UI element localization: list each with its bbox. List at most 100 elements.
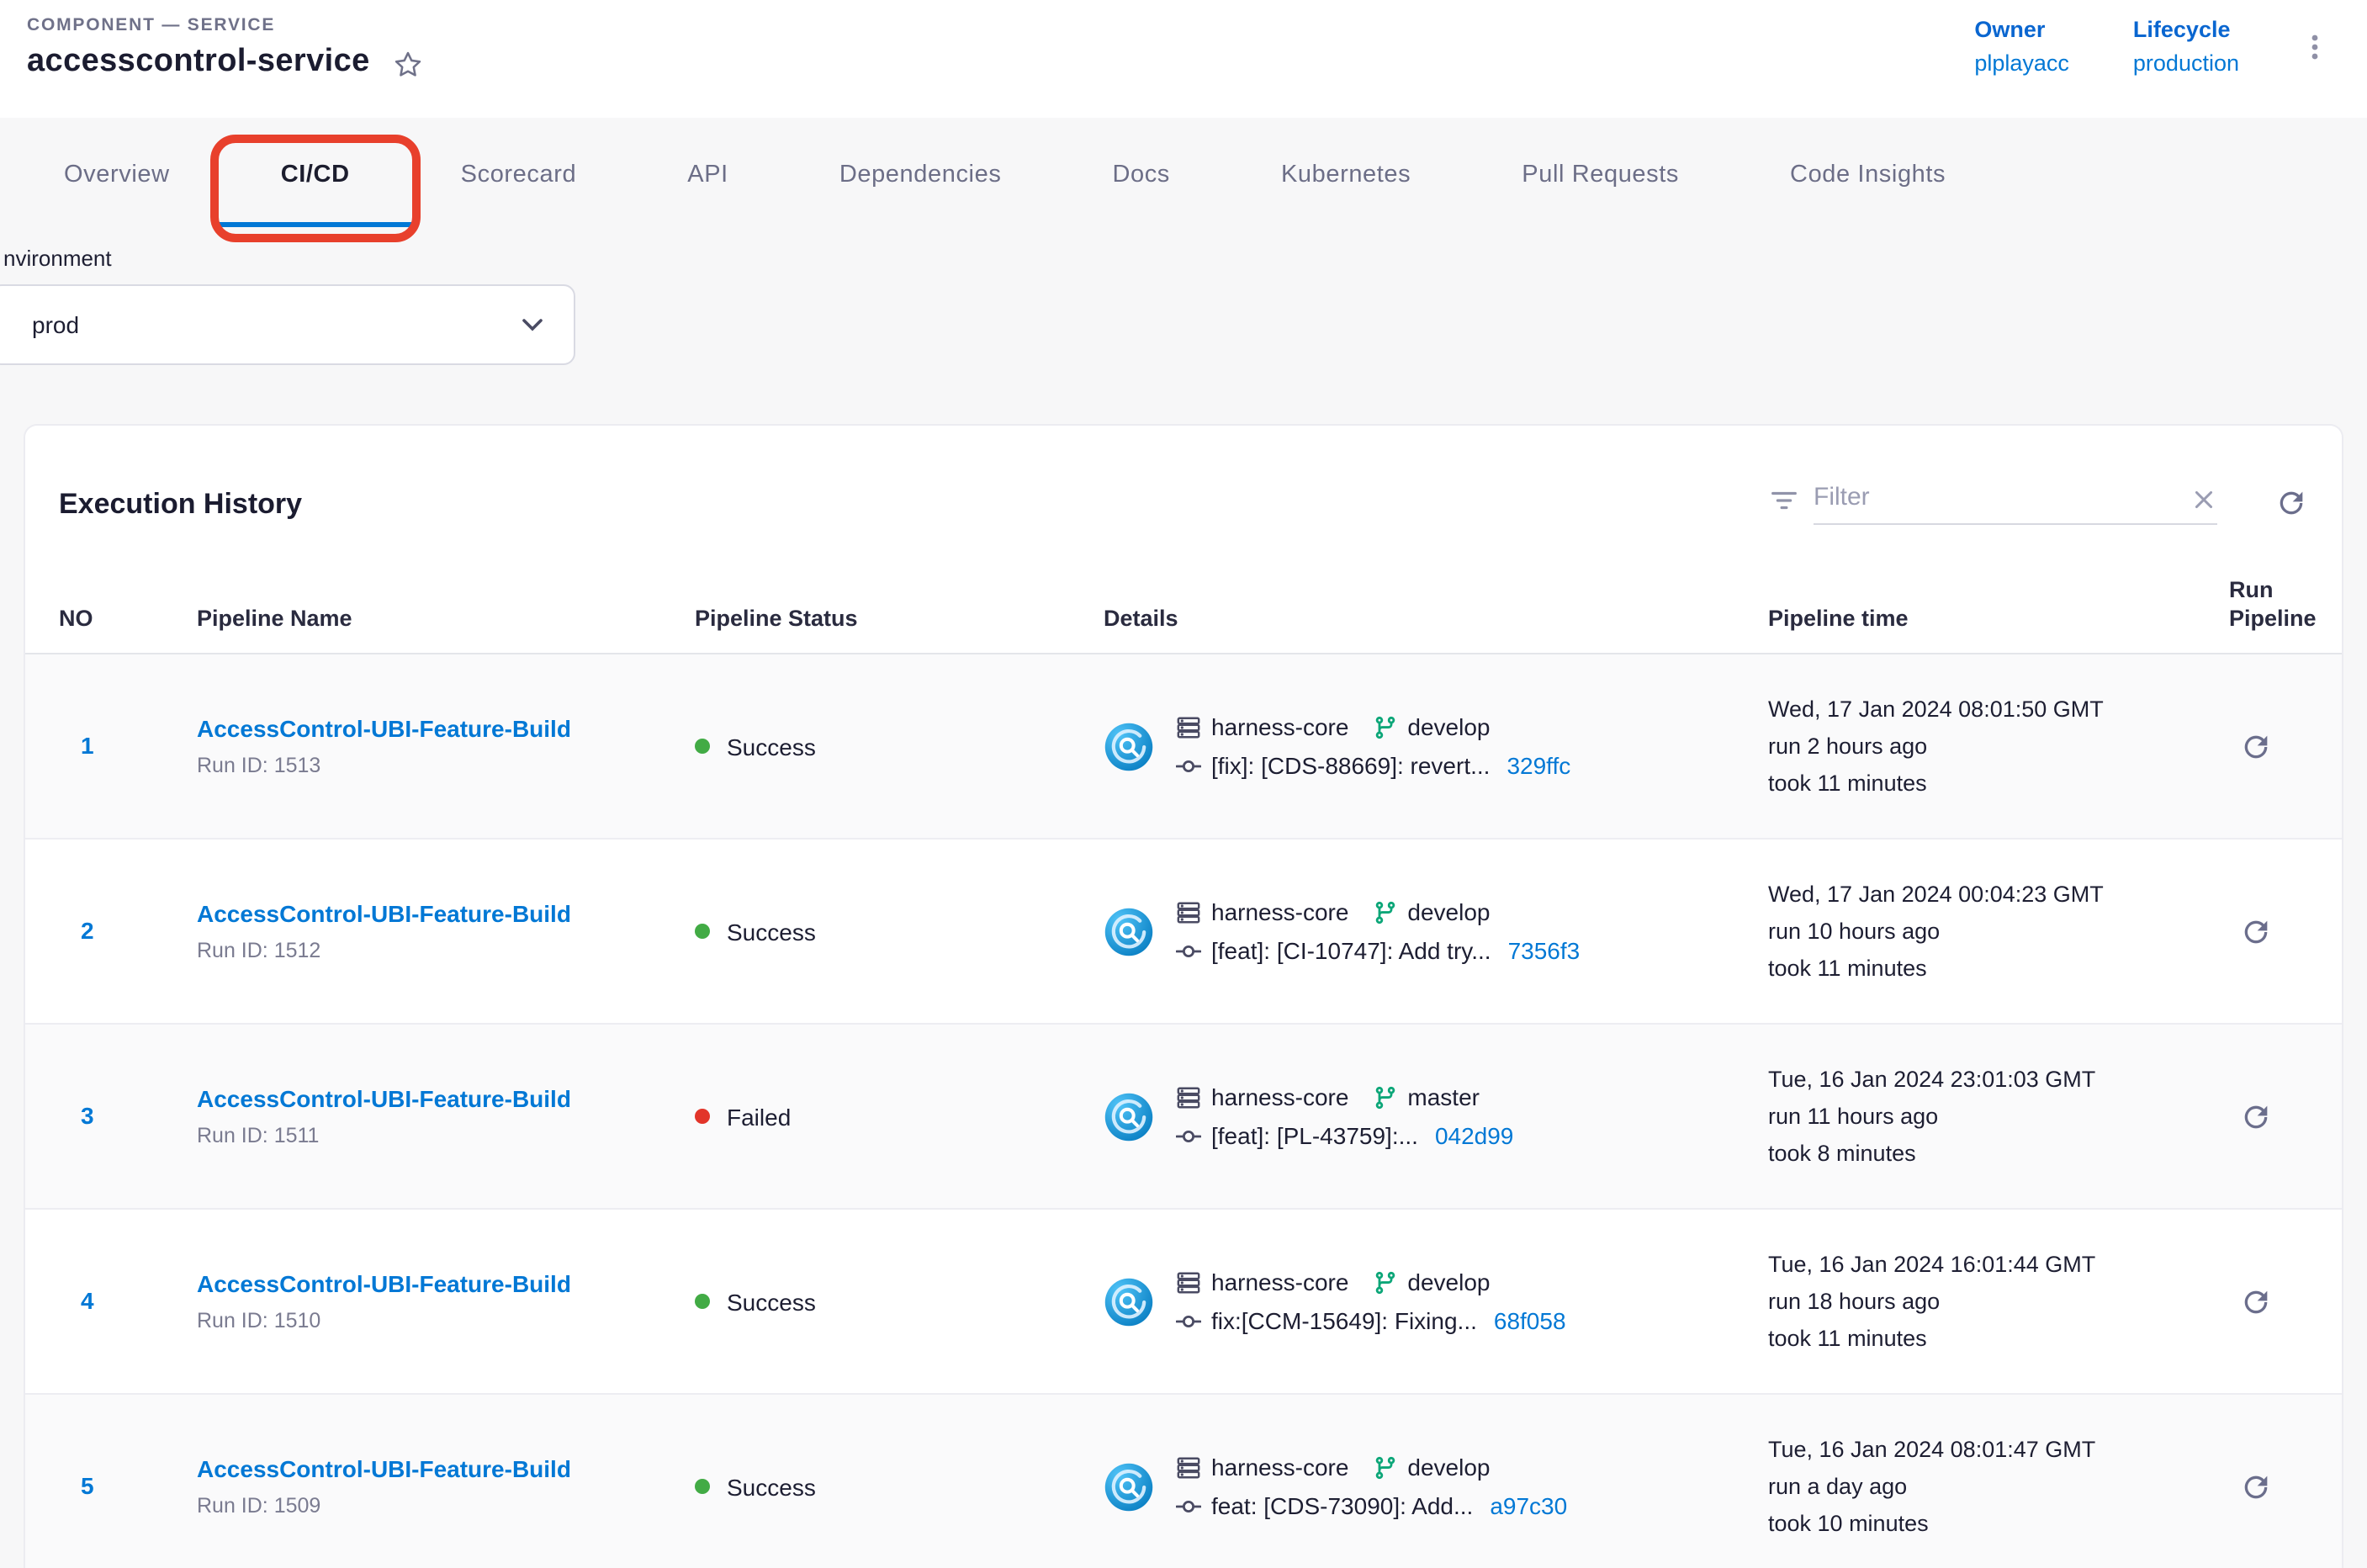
kebab-menu-icon[interactable]: [2293, 24, 2337, 68]
pipeline-time-gmt: Wed, 17 Jan 2024 08:01:50 GMT: [1768, 691, 2205, 728]
tab-overview[interactable]: Overview: [64, 118, 170, 232]
status-text: Success: [727, 1473, 816, 1500]
branch-name: develop: [1407, 1269, 1490, 1295]
repository-name: harness-core: [1211, 1269, 1348, 1295]
details-cell: harness-core develop feat: [CDS-73090]: …: [1104, 1454, 1768, 1519]
pipeline-name-link[interactable]: AccessControl-UBI-Feature-Build: [197, 1270, 695, 1297]
detail-lines: harness-core develop [fix]: [CDS-88669]:…: [1176, 713, 1570, 779]
pipeline-time-cell: Wed, 17 Jan 2024 08:01:50 GMT run 2 hour…: [1768, 691, 2205, 802]
pipeline-time-ago: run a day ago: [1768, 1468, 2205, 1505]
repository-icon: [1176, 899, 1201, 924]
git-branch-icon: [1372, 1269, 1397, 1295]
tab-ci-cd[interactable]: CI/CD: [281, 118, 350, 232]
run-pipeline-button[interactable]: [2239, 1099, 2308, 1133]
pipeline-time-gmt: Wed, 17 Jan 2024 00:04:23 GMT: [1768, 876, 2205, 913]
pipeline-time-gmt: Tue, 16 Jan 2024 23:01:03 GMT: [1768, 1061, 2205, 1098]
pipeline-status-cell: Success: [695, 1288, 1104, 1315]
owner-link[interactable]: plplayacc: [1974, 50, 2069, 76]
pipeline-avatar-icon: [1104, 906, 1154, 956]
clear-filter-icon[interactable]: [2194, 490, 2214, 510]
run-pipeline-button[interactable]: [2239, 1285, 2308, 1318]
tab-label: Kubernetes: [1281, 162, 1411, 188]
commit-sha-link[interactable]: 68f058: [1494, 1307, 1566, 1334]
commit-message: fix:[CCM-15649]: Fixing...: [1211, 1307, 1477, 1334]
favorite-star-icon[interactable]: [392, 48, 424, 80]
pipeline-name-cell: AccessControl-UBI-Feature-Build Run ID: …: [197, 900, 695, 962]
commit-sha-link[interactable]: 7356f3: [1508, 937, 1581, 964]
commit-icon: [1176, 938, 1201, 963]
table-row: 5 AccessControl-UBI-Feature-Build Run ID…: [25, 1395, 2342, 1568]
commit-line: [fix]: [CDS-88669]: revert... 329ffc: [1176, 752, 1570, 779]
column-header-pipeline-name: Pipeline Name: [197, 604, 695, 633]
status-text: Success: [727, 733, 816, 760]
repository-name: harness-core: [1211, 1083, 1348, 1110]
tab-kubernetes[interactable]: Kubernetes: [1281, 118, 1411, 232]
commit-icon: [1176, 1308, 1201, 1333]
commit-sha-link[interactable]: 329ffc: [1507, 752, 1570, 779]
git-branch-icon: [1372, 899, 1397, 924]
detail-lines: harness-core develop [feat]: [CI-10747]:…: [1176, 898, 1580, 964]
pipeline-name-cell: AccessControl-UBI-Feature-Build Run ID: …: [197, 1270, 695, 1332]
tab-dependencies[interactable]: Dependencies: [839, 118, 1002, 232]
branch-name: master: [1407, 1083, 1480, 1110]
repo-branch-line: harness-core develop: [1176, 713, 1570, 740]
pipeline-duration: took 11 minutes: [1768, 950, 2205, 987]
pipeline-name-link[interactable]: AccessControl-UBI-Feature-Build: [197, 1085, 695, 1112]
row-number[interactable]: 2: [81, 916, 94, 943]
details-cell: harness-core develop fix:[CCM-15649]: Fi…: [1104, 1269, 1768, 1334]
row-number[interactable]: 4: [81, 1286, 94, 1313]
filter-input[interactable]: [1814, 483, 2217, 511]
environment-selected-value: prod: [32, 311, 79, 338]
table-row: 1 AccessControl-UBI-Feature-Build Run ID…: [25, 654, 2342, 840]
status-dot: [695, 1294, 710, 1309]
execution-history-title: Execution History: [59, 487, 302, 521]
row-number[interactable]: 1: [81, 731, 94, 758]
run-pipeline-cell: [2205, 914, 2308, 948]
filter-icon: [1768, 485, 1800, 525]
tab-label: Dependencies: [839, 162, 1002, 188]
pipeline-status-cell: Failed: [695, 1103, 1104, 1130]
run-pipeline-button[interactable]: [2239, 1470, 2308, 1503]
commit-sha-link[interactable]: 042d99: [1435, 1122, 1513, 1149]
pipeline-duration: took 11 minutes: [1768, 765, 2205, 802]
repository-name: harness-core: [1211, 898, 1348, 925]
header-meta: Owner plplayacc Lifecycle production: [1974, 17, 2337, 76]
tab-code-insights[interactable]: Code Insights: [1790, 118, 1946, 232]
pipeline-time-ago: run 2 hours ago: [1768, 728, 2205, 765]
tab-pull-requests[interactable]: Pull Requests: [1522, 118, 1679, 232]
pipeline-avatar-icon: [1104, 721, 1154, 771]
row-number-cell: 5: [59, 1471, 197, 1502]
pipeline-duration: took 11 minutes: [1768, 1320, 2205, 1357]
environment-select[interactable]: prod: [0, 284, 575, 365]
pipeline-name-link[interactable]: AccessControl-UBI-Feature-Build: [197, 715, 695, 742]
commit-sha-link[interactable]: a97c30: [1490, 1492, 1567, 1519]
pipeline-name-link[interactable]: AccessControl-UBI-Feature-Build: [197, 1455, 695, 1482]
row-number[interactable]: 3: [81, 1101, 94, 1128]
run-pipeline-button[interactable]: [2239, 914, 2308, 948]
pipeline-time-cell: Tue, 16 Jan 2024 23:01:03 GMT run 11 hou…: [1768, 1061, 2205, 1172]
pipeline-avatar-icon: [1104, 1461, 1154, 1512]
row-number[interactable]: 5: [81, 1471, 94, 1498]
run-pipeline-cell: [2205, 1470, 2308, 1503]
status-dot: [695, 1479, 710, 1494]
run-id: Run ID: 1509: [197, 1494, 695, 1518]
tab-label: CI/CD: [281, 162, 350, 188]
tab-docs[interactable]: Docs: [1112, 118, 1170, 232]
details-cell: harness-core develop [fix]: [CDS-88669]:…: [1104, 713, 1768, 779]
tab-scorecard[interactable]: Scorecard: [461, 118, 577, 232]
branch-name: develop: [1407, 898, 1490, 925]
repository-icon: [1176, 1269, 1201, 1295]
commit-line: fix:[CCM-15649]: Fixing... 68f058: [1176, 1307, 1566, 1334]
git-branch-icon: [1372, 1084, 1397, 1110]
filter-area: [1768, 483, 2308, 525]
pipeline-time-cell: Wed, 17 Jan 2024 00:04:23 GMT run 10 hou…: [1768, 876, 2205, 987]
run-pipeline-cell: [2205, 1099, 2308, 1133]
run-id: Run ID: 1513: [197, 754, 695, 777]
tab-api[interactable]: API: [687, 118, 728, 232]
refresh-button[interactable]: [2274, 486, 2308, 525]
git-branch-icon: [1372, 714, 1397, 739]
run-pipeline-button[interactable]: [2239, 729, 2308, 763]
status-text: Failed: [727, 1103, 791, 1130]
pipeline-name-link[interactable]: AccessControl-UBI-Feature-Build: [197, 900, 695, 927]
pipeline-time-ago: run 11 hours ago: [1768, 1098, 2205, 1135]
